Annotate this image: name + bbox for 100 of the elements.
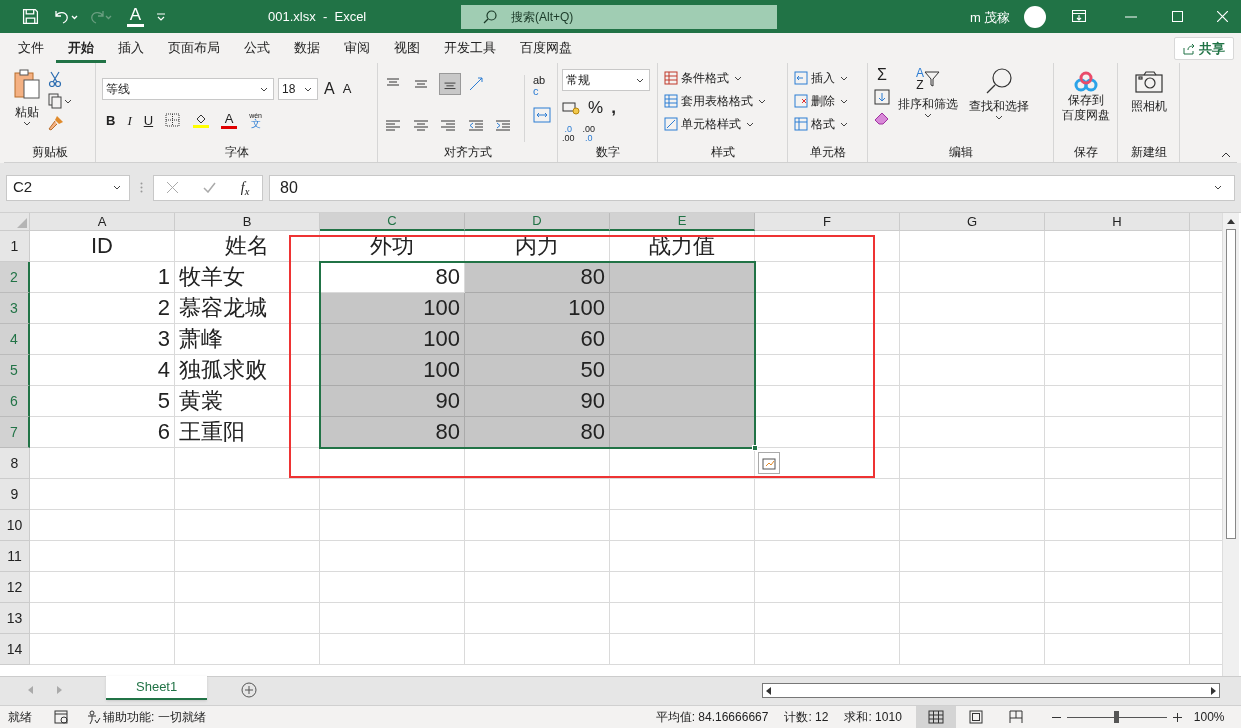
row-header[interactable]: 4 <box>0 324 30 355</box>
table-cell[interactable] <box>30 479 175 510</box>
paste-button[interactable]: 粘贴 <box>12 69 42 142</box>
sort-filter-button[interactable]: A Z 排序和筛选 <box>896 67 960 142</box>
table-cell[interactable] <box>900 572 1045 603</box>
table-cell[interactable] <box>175 541 320 572</box>
minimize-icon[interactable] <box>1125 16 1137 18</box>
table-cell[interactable] <box>755 603 900 634</box>
zoom-slider-thumb[interactable] <box>1114 711 1120 723</box>
close-icon[interactable] <box>1217 11 1228 22</box>
percent-button[interactable]: % <box>588 95 604 121</box>
table-cell[interactable] <box>465 572 610 603</box>
row-header[interactable]: 3 <box>0 293 30 324</box>
table-cell[interactable] <box>755 231 900 262</box>
table-cell[interactable]: 80 <box>465 262 610 293</box>
table-cell[interactable] <box>465 479 610 510</box>
table-cell[interactable] <box>1045 293 1190 324</box>
caret-icon[interactable] <box>23 121 31 126</box>
align-bottom-icon[interactable] <box>439 73 462 95</box>
table-cell[interactable] <box>175 448 320 479</box>
table-cell[interactable] <box>1045 355 1190 386</box>
normal-view-button[interactable] <box>915 705 956 728</box>
table-cell[interactable] <box>465 510 610 541</box>
table-cell[interactable] <box>900 293 1045 324</box>
table-cell[interactable] <box>1045 417 1190 448</box>
row-header[interactable]: 13 <box>0 603 30 634</box>
scroll-right-icon[interactable] <box>1211 686 1216 695</box>
table-cell[interactable] <box>320 510 465 541</box>
caret-icon[interactable] <box>758 98 766 104</box>
maximize-icon[interactable] <box>1172 11 1183 22</box>
format-cells-button[interactable]: 格式 <box>794 115 861 133</box>
ribbon-tab[interactable]: 百度网盘 <box>508 33 584 63</box>
check-icon[interactable] <box>202 182 216 193</box>
cancel-icon[interactable] <box>166 182 178 193</box>
merge-center-icon[interactable] <box>533 107 551 123</box>
conditional-format-button[interactable]: 条件格式 <box>664 69 781 87</box>
ribbon-tab[interactable]: 页面布局 <box>156 33 232 63</box>
caret-icon[interactable] <box>840 121 848 127</box>
cut-icon[interactable] <box>48 71 62 87</box>
table-cell[interactable] <box>30 510 175 541</box>
wrap-text-button[interactable]: ab c <box>533 75 551 97</box>
ribbon-display-icon[interactable] <box>1072 10 1086 22</box>
camera-button[interactable]: 照相机 <box>1130 71 1167 142</box>
caret-icon[interactable] <box>304 86 312 92</box>
caret-icon[interactable] <box>840 75 848 81</box>
save-to-cloud-button[interactable]: 保存到 百度网盘 <box>1061 71 1110 142</box>
table-cell[interactable] <box>900 262 1045 293</box>
borders-icon[interactable] <box>165 113 182 129</box>
sheet-tab[interactable]: Sheet1 <box>106 676 208 700</box>
underline-button[interactable]: U <box>143 111 154 131</box>
ribbon-tab[interactable]: 审阅 <box>332 33 382 63</box>
table-cell[interactable] <box>755 510 900 541</box>
share-button[interactable]: 共享 <box>1174 37 1234 60</box>
find-select-button[interactable]: 查找和选择 <box>966 67 1032 142</box>
table-cell[interactable]: 100 <box>320 324 465 355</box>
table-cell[interactable] <box>30 572 175 603</box>
ribbon-tab[interactable]: 公式 <box>232 33 282 63</box>
horizontal-scrollbar[interactable] <box>762 683 1220 698</box>
table-cell[interactable]: 4 <box>30 355 175 386</box>
table-cell[interactable] <box>900 448 1045 479</box>
table-cell[interactable] <box>610 417 755 448</box>
table-cell[interactable] <box>610 541 755 572</box>
formula-input[interactable]: 80 <box>269 174 1235 201</box>
table-cell[interactable] <box>175 603 320 634</box>
table-cell[interactable] <box>900 541 1045 572</box>
caret-icon[interactable] <box>636 77 644 83</box>
scroll-left-icon[interactable] <box>766 686 771 695</box>
table-cell[interactable]: 100 <box>465 293 610 324</box>
column-header[interactable]: H <box>1045 213 1190 231</box>
table-cell[interactable] <box>755 355 900 386</box>
ribbon-tab[interactable]: 数据 <box>282 33 332 63</box>
caret-icon[interactable] <box>260 86 268 92</box>
column-header[interactable]: C <box>320 213 465 231</box>
font-color-button[interactable]: A <box>127 6 144 27</box>
table-cell[interactable] <box>320 541 465 572</box>
table-cell[interactable] <box>1045 572 1190 603</box>
table-cell[interactable]: 80 <box>465 417 610 448</box>
decrease-decimal-button[interactable]: .00 .0 <box>582 124 596 143</box>
font-name-dropdown[interactable]: 等线 <box>102 78 274 100</box>
table-cell[interactable]: 90 <box>320 386 465 417</box>
table-cell[interactable] <box>755 324 900 355</box>
save-icon[interactable] <box>22 8 39 25</box>
table-cell[interactable] <box>320 634 465 665</box>
caret-icon[interactable] <box>840 98 848 104</box>
table-cell[interactable] <box>610 572 755 603</box>
zoom-percentage[interactable]: 100% <box>1193 708 1225 726</box>
table-cell[interactable] <box>1045 324 1190 355</box>
caret-icon[interactable] <box>995 115 1003 120</box>
fill-color-button[interactable] <box>193 113 210 128</box>
ribbon-tab[interactable]: 视图 <box>382 33 432 63</box>
table-cell[interactable] <box>1045 448 1190 479</box>
table-cell[interactable]: 60 <box>465 324 610 355</box>
italic-button[interactable]: I <box>127 111 132 131</box>
table-cell[interactable] <box>1045 479 1190 510</box>
row-header[interactable]: 6 <box>0 386 30 417</box>
table-cell[interactable]: 80 <box>320 262 465 293</box>
table-cell[interactable]: 独孤求败 <box>175 355 320 386</box>
table-cell[interactable] <box>755 293 900 324</box>
table-cell[interactable] <box>610 479 755 510</box>
bold-button[interactable]: B <box>106 111 116 131</box>
